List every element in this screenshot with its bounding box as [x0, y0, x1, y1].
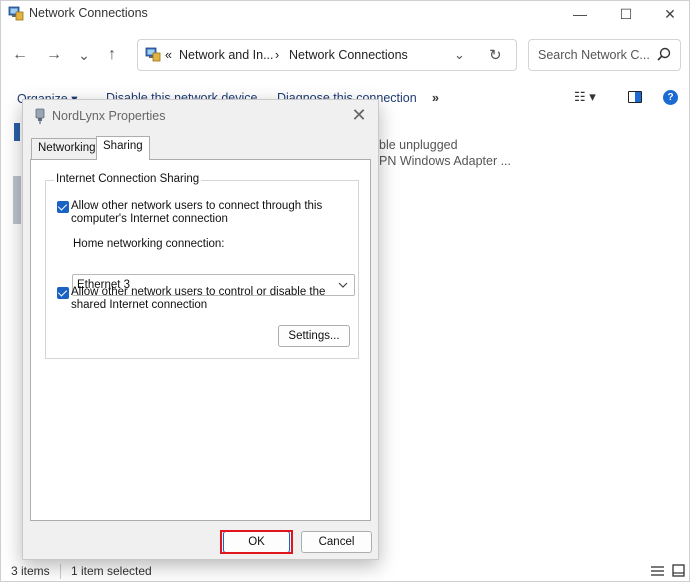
tab-networking[interactable]: Networking: [31, 138, 103, 159]
selected-item-partial: [13, 176, 21, 224]
chevron-down-icon: [338, 282, 348, 288]
connection-status-text: ble unplugged: [379, 138, 458, 152]
recent-locations-button[interactable]: ⌄: [73, 45, 95, 65]
refresh-icon[interactable]: ↻: [489, 46, 502, 64]
cancel-button[interactable]: Cancel: [301, 531, 372, 553]
allow-control-checkbox[interactable]: [57, 287, 69, 299]
up-button[interactable]: ↑: [101, 45, 123, 65]
search-icon: [657, 47, 671, 61]
details-view-icon[interactable]: [651, 565, 664, 577]
status-item-count: 3 items: [11, 564, 50, 578]
internet-connection-sharing-group: Internet Connection Sharing Allow other …: [45, 173, 359, 359]
help-icon[interactable]: ?: [663, 90, 678, 105]
control-panel-icon: [145, 47, 161, 62]
dialog-title: NordLynx Properties: [52, 109, 166, 123]
breadcrumb-network-connections[interactable]: Network Connections: [289, 48, 408, 62]
maximize-button[interactable]: ☐: [603, 1, 649, 27]
network-adapter-icon: [35, 108, 45, 124]
breadcrumb-overflow[interactable]: «: [165, 48, 172, 62]
forward-button[interactable]: →: [43, 45, 65, 65]
back-button[interactable]: ←: [9, 45, 31, 65]
home-networking-label: Home networking connection:: [73, 238, 225, 250]
minimize-button[interactable]: —: [557, 1, 603, 27]
allow-connect-label[interactable]: Allow other network users to connect thr…: [71, 200, 322, 226]
status-selection: 1 item selected: [71, 564, 152, 578]
sharing-tab-panel: Internet Connection Sharing Allow other …: [30, 159, 371, 521]
group-label: Internet Connection Sharing: [54, 173, 202, 185]
ok-button-highlight: [220, 530, 293, 554]
address-bar[interactable]: « Network and In... › Network Connection…: [137, 39, 517, 71]
nordlynx-properties-dialog: NordLynx Properties ✕ Networking Sharing…: [22, 99, 379, 560]
address-dropdown-icon[interactable]: ⌄: [454, 47, 465, 63]
dialog-close-button[interactable]: ✕: [349, 105, 369, 125]
network-connections-icon: [8, 6, 24, 21]
search-box[interactable]: Search Network C...: [528, 39, 681, 71]
allow-connect-checkbox[interactable]: [57, 201, 69, 213]
window-title: Network Connections: [29, 6, 148, 20]
preview-pane-icon[interactable]: [628, 91, 642, 103]
more-commands-button[interactable]: »: [432, 91, 439, 105]
change-view-button[interactable]: ☷ ▾: [574, 89, 596, 105]
large-icons-view-icon[interactable]: [672, 564, 685, 577]
tab-sharing[interactable]: Sharing: [96, 136, 150, 160]
connection-icon-partial: [14, 123, 20, 141]
connection-adapter-text: PN Windows Adapter ...: [379, 154, 512, 168]
breadcrumb-network-internet[interactable]: Network and In...: [179, 48, 274, 62]
status-separator: [60, 564, 61, 579]
close-window-button[interactable]: ✕: [647, 1, 690, 27]
allow-control-label[interactable]: Allow other network users to control or …: [71, 286, 325, 312]
title-bar: Network Connections — ☐ ✕: [1, 1, 690, 27]
search-input[interactable]: Search Network C...: [538, 48, 650, 62]
settings-button[interactable]: Settings...: [278, 325, 350, 347]
breadcrumb-separator[interactable]: ›: [275, 48, 279, 62]
file-explorer-window: Network Connections — ☐ ✕ ← → ⌄ ↑ « Netw…: [0, 0, 690, 582]
